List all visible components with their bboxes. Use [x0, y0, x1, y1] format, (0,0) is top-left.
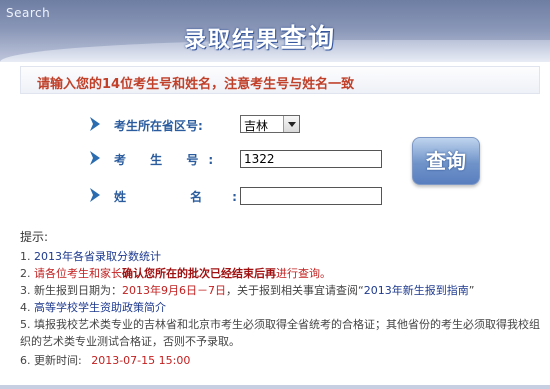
window-title: Search — [6, 6, 51, 20]
instruction-text: 请输入您的14位考生号和姓名，注意考生号与姓名一致 — [37, 77, 355, 92]
province-label: 考生所在省区号: — [114, 119, 203, 133]
exam-no-label: 考 生 号: — [114, 153, 224, 167]
note-text: 进行查询。 — [276, 267, 331, 280]
page-title-part2: 查询 — [280, 24, 337, 54]
province-select-value: 吉林 — [244, 119, 269, 133]
note-number: 3. — [20, 284, 31, 297]
list-item: 6. 更新时间: 2013-07-15 15:00 — [20, 352, 540, 369]
list-item: 1. 2013年各省录取分数统计 — [20, 248, 540, 265]
province-select[interactable]: 吉林 — [240, 115, 300, 133]
registration-date: 2013年9月6日－7日 — [122, 284, 226, 297]
chevron-right-icon — [90, 188, 100, 202]
exam-no-field[interactable]: 1322 — [240, 150, 382, 168]
note-text: ” — [468, 284, 475, 297]
list-item: 3. 新生报到日期为：2013年9月6日－7日，关于报到相关事宜请查阅“2013… — [20, 282, 540, 299]
note-number: 2. — [20, 267, 31, 280]
page-title: 录取结果查询 — [184, 18, 336, 55]
bottom-divider — [0, 385, 550, 389]
list-item: 2. 请各位考生和家长确认您所在的批次已经结束后再进行查询。 — [20, 265, 540, 282]
instruction-banner: 请输入您的14位考生号和姓名，注意考生号与姓名一致 — [20, 66, 540, 94]
chevron-right-icon — [90, 117, 100, 131]
note-number: 4. — [20, 301, 31, 314]
note-number: 1. — [20, 250, 31, 263]
update-time-label: 更新时间: — [34, 354, 82, 367]
note-number: 5. — [20, 318, 31, 331]
list-item: 5. 填报我校艺术类专业的吉林省和北京市考生必须取得全省统考的合格证；其他省份的… — [20, 316, 540, 350]
notes-title: 提示: — [20, 230, 49, 244]
name-field[interactable] — [240, 187, 382, 205]
registration-guide-link[interactable]: 2013年新生报到指南 — [364, 284, 469, 297]
note-text: 新生报到日期为： — [34, 284, 122, 297]
query-button[interactable]: 查询 — [412, 137, 480, 185]
list-item: 4. 高等学校学生资助政策简介 — [20, 299, 540, 316]
note-emphasis: 确认您所在的批次已经结束后再 — [122, 267, 276, 280]
notes-section: 提示: 1. 2013年各省录取分数统计 2. 请各位考生和家长确认您所在的批次… — [20, 228, 540, 369]
chevron-down-icon[interactable] — [283, 116, 299, 132]
note-text: ，关于报到相关事宜请查阅“ — [226, 284, 364, 297]
financial-aid-link[interactable]: 高等学校学生资助政策简介 — [34, 301, 166, 314]
page-title-part1: 录取结果 — [184, 28, 281, 53]
note-text: 填报我校艺术类专业的吉林省和北京市考生必须取得全省统考的合格证；其他省份的考生必… — [20, 318, 540, 348]
note-text: 请各位考生和家长 — [34, 267, 122, 280]
note-number: 6. — [20, 354, 31, 367]
update-time-value: 2013-07-15 15:00 — [91, 354, 191, 367]
score-stats-link[interactable]: 2013年各省录取分数统计 — [34, 250, 161, 263]
chevron-right-icon — [90, 151, 100, 165]
